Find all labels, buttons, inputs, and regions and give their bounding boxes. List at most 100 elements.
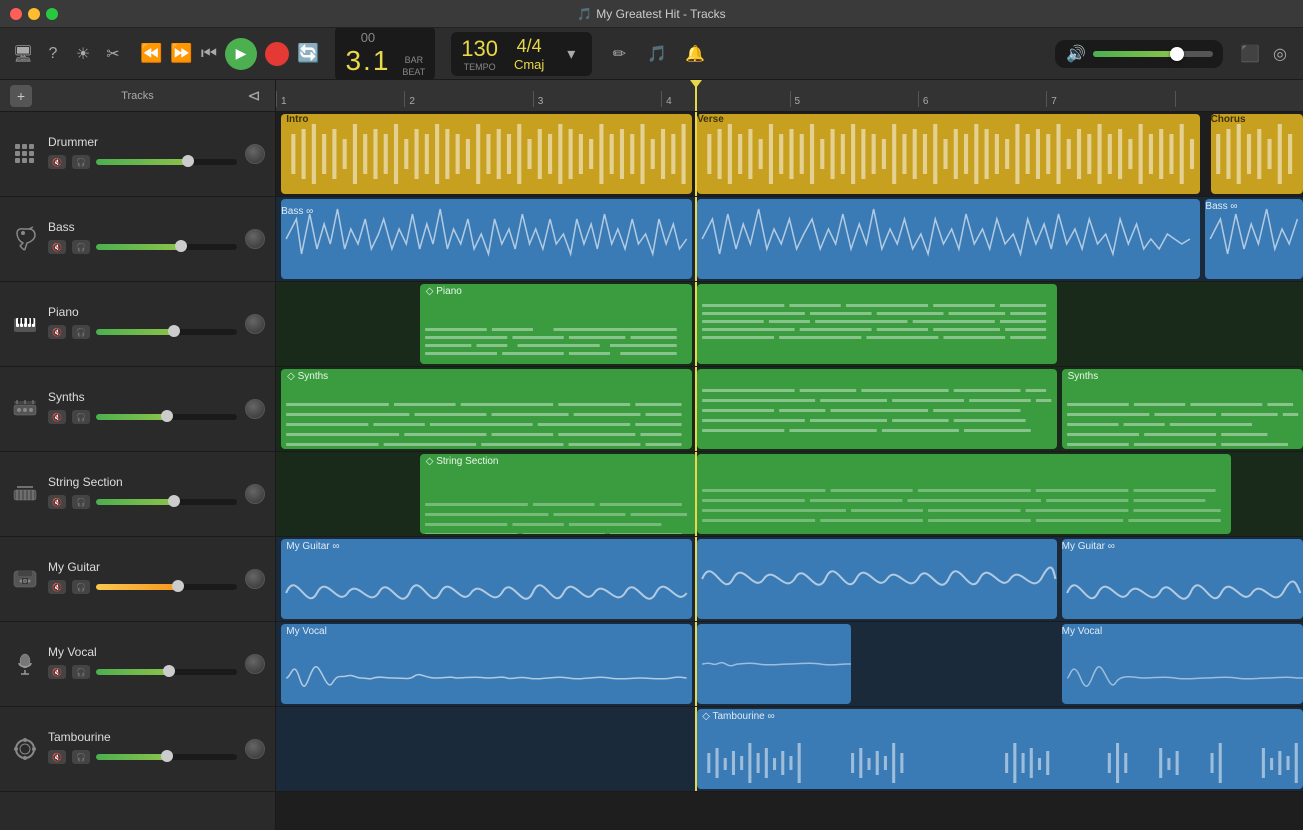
strings-headphones[interactable]: 🎧: [72, 495, 90, 509]
tambourine-mute[interactable]: 🔇: [48, 750, 66, 764]
bass-segment-verse[interactable]: [697, 199, 1200, 279]
vocal-fader[interactable]: [96, 669, 237, 675]
synths-chorus-label: Synths: [1068, 371, 1099, 382]
speaker-icon: 🔊: [1065, 44, 1087, 64]
strings-track-content[interactable]: ◇ String Section: [276, 452, 1303, 537]
collapse-sidebar-button[interactable]: ⊲: [243, 86, 265, 106]
tambourine-segment-verse[interactable]: [697, 709, 1303, 789]
maximize-button[interactable]: [46, 8, 58, 20]
rewind-button[interactable]: ⏪: [140, 43, 162, 64]
add-track-button[interactable]: +: [10, 85, 32, 107]
tambourine-pan-knob[interactable]: [245, 739, 265, 759]
sidebar-item-strings[interactable]: String Section 🔇 🎧: [0, 452, 275, 537]
piano-headphones[interactable]: 🎧: [72, 325, 90, 339]
bass-segment-label: Bass ∞: [281, 201, 313, 279]
drummer-segment-chorus[interactable]: [1211, 114, 1303, 194]
mixer-icon[interactable]: ⬛: [1239, 44, 1261, 64]
strings-segment-intro[interactable]: ◇ String Section: [420, 454, 697, 534]
minimize-button[interactable]: [28, 8, 40, 20]
bass-track-content[interactable]: Bass ∞: [276, 197, 1303, 282]
sidebar-item-drummer[interactable]: Drummer 🔇 🎧: [0, 112, 275, 197]
synths-headphones[interactable]: 🎧: [72, 410, 90, 424]
guitar-controls: 🔇 🎧: [48, 580, 237, 594]
brightness-icon[interactable]: ☀: [72, 44, 94, 64]
smartcontrols-icon[interactable]: ◎: [1269, 44, 1291, 64]
guitar-segment-verse[interactable]: [697, 539, 1056, 619]
bass-fader[interactable]: [96, 244, 237, 250]
volume-slider[interactable]: [1093, 51, 1213, 57]
sidebar-item-guitar[interactable]: My Guitar 🔇 🎧: [0, 537, 275, 622]
sidebar-item-piano[interactable]: Piano 🔇 🎧: [0, 282, 275, 367]
sidebar-item-bass[interactable]: Bass 🔇 🎧: [0, 197, 275, 282]
drummer-track-content[interactable]: Intro Verse Chorus: [276, 112, 1303, 197]
guitar-headphones[interactable]: 🎧: [72, 580, 90, 594]
drummer-controls: 🔇 🎧: [48, 155, 237, 169]
piano-fader[interactable]: [96, 329, 237, 335]
sidebar-item-vocal[interactable]: My Vocal 🔇 🎧: [0, 622, 275, 707]
guitar-fader[interactable]: [96, 584, 237, 590]
synths-fader[interactable]: [96, 414, 237, 420]
vocal-track-content[interactable]: My Vocal: [276, 622, 1303, 707]
guitar-segment-intro[interactable]: [281, 539, 692, 619]
drummer-segment-verse[interactable]: [697, 114, 1200, 194]
drummer-headphones[interactable]: 🎧: [72, 155, 90, 169]
help-icon[interactable]: ?: [42, 45, 64, 63]
guitar-mute[interactable]: 🔇: [48, 580, 66, 594]
scissors-icon[interactable]: ✂: [102, 44, 124, 64]
bass-headphones[interactable]: 🎧: [72, 240, 90, 254]
drummer-fader[interactable]: [96, 159, 237, 165]
piano-segment-intro[interactable]: ◇ Piano: [420, 284, 692, 364]
guitar-track-content[interactable]: My Guitar ∞: [276, 537, 1303, 622]
synths-pan-knob[interactable]: [245, 399, 265, 419]
library-icon[interactable]: 🖥: [12, 44, 34, 64]
strings-segment-verse[interactable]: [697, 454, 1231, 534]
strings-fader[interactable]: [96, 499, 237, 505]
tracks-scroll[interactable]: Intro Verse Chorus: [276, 112, 1303, 830]
beat-label: BEAT: [402, 67, 425, 77]
record-button[interactable]: [265, 42, 289, 66]
bass-pan-knob[interactable]: [245, 229, 265, 249]
notification-icon[interactable]: 🔔: [684, 44, 706, 64]
vocal-pan-knob[interactable]: [245, 654, 265, 674]
bass-mute[interactable]: 🔇: [48, 240, 66, 254]
tuner-icon[interactable]: 🎵: [646, 44, 668, 64]
titlebar: 🎵 My Greatest Hit - Tracks: [0, 0, 1303, 28]
synths-segment-verse[interactable]: [697, 369, 1056, 449]
piano-segment-verse[interactable]: [697, 284, 1056, 364]
synths-mute[interactable]: 🔇: [48, 410, 66, 424]
vocal-segment-verse[interactable]: [697, 624, 851, 704]
ruler: 1 2 3 4 5 6 7: [276, 80, 1303, 112]
close-button[interactable]: [10, 8, 22, 20]
drummer-pan-knob[interactable]: [245, 144, 265, 164]
piano-mute[interactable]: 🔇: [48, 325, 66, 339]
bass-chorus-label: Bass ∞: [1205, 201, 1303, 212]
piano-track-content[interactable]: ◇ Piano: [276, 282, 1303, 367]
goto-start-button[interactable]: ⏮: [201, 43, 217, 64]
cycle-button[interactable]: 🔄: [297, 43, 319, 64]
time-sig-dropdown-icon[interactable]: ▾: [560, 44, 582, 64]
strings-mute[interactable]: 🔇: [48, 495, 66, 509]
sidebar-item-tambourine[interactable]: Tambourine 🔇 🎧: [0, 707, 275, 792]
drummer-mute[interactable]: 🔇: [48, 155, 66, 169]
fast-forward-button[interactable]: ⏩: [170, 43, 192, 64]
tambourine-fader[interactable]: [96, 754, 237, 760]
tambourine-headphones[interactable]: 🎧: [72, 750, 90, 764]
vocal-mute[interactable]: 🔇: [48, 665, 66, 679]
verse-label: Verse: [697, 114, 724, 125]
vocal-segment-intro[interactable]: [281, 624, 692, 704]
ruler-mark-end: [1175, 91, 1303, 107]
strings-pan-knob[interactable]: [245, 484, 265, 504]
sidebar-item-synths[interactable]: Synths 🔇 🎧: [0, 367, 275, 452]
synths-segment-intro[interactable]: ◇ Synths: [281, 369, 692, 449]
synths-track-content[interactable]: ◇ Synths: [276, 367, 1303, 452]
synths-segment-chorus[interactable]: Synths: [1062, 369, 1303, 449]
piano-pan-knob[interactable]: [245, 314, 265, 334]
tambourine-track-content[interactable]: ◇ Tambourine ∞: [276, 707, 1303, 792]
piano-icon: [10, 309, 40, 339]
guitar-pan-knob[interactable]: [245, 569, 265, 589]
pencil-tool-icon[interactable]: ✏: [608, 44, 630, 64]
drummer-segment-intro[interactable]: [281, 114, 692, 194]
bass-segment-intro[interactable]: [281, 199, 692, 279]
play-button[interactable]: ▶: [225, 38, 257, 70]
vocal-headphones[interactable]: 🎧: [72, 665, 90, 679]
